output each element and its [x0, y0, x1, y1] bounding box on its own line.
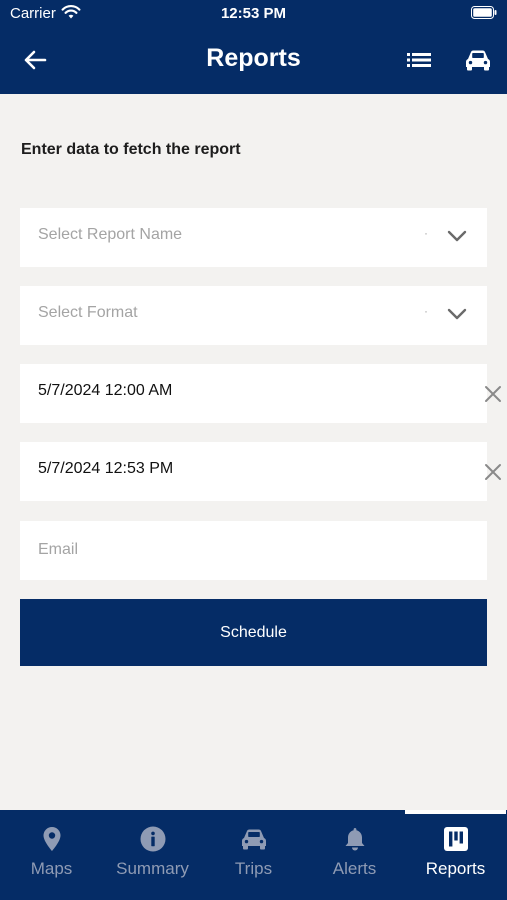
map-pin-icon — [43, 827, 60, 851]
status-bar: Carrier 12:53 PM — [0, 0, 507, 28]
tab-maps[interactable]: Maps — [1, 810, 102, 900]
reports-icon — [443, 827, 468, 851]
end-datetime-value: 5/7/2024 12:53 PM — [38, 460, 174, 477]
status-time: 12:53 PM — [220, 5, 287, 22]
tab-alerts[interactable]: Alerts — [304, 810, 405, 900]
schedule-button[interactable]: Schedule — [20, 599, 487, 666]
tab-alerts-label: Alerts — [332, 859, 377, 878]
vehicle-button[interactable] — [460, 44, 496, 76]
nav-bar: Reports — [0, 30, 507, 90]
report-name-placeholder: Select Report Name — [38, 226, 183, 243]
car-icon — [466, 50, 490, 71]
list-icon — [407, 53, 431, 67]
tab-reports[interactable]: Reports — [405, 810, 506, 900]
clear-start-datetime-button[interactable] — [482, 383, 504, 405]
select-dot: · — [424, 304, 428, 318]
list-view-button[interactable] — [402, 46, 436, 74]
start-datetime-field[interactable]: 5/7/2024 12:00 AM — [20, 364, 487, 423]
battery-icon — [471, 6, 497, 19]
clear-end-datetime-button[interactable] — [482, 461, 504, 483]
tab-summary-label: Summary — [116, 859, 189, 878]
email-field[interactable]: Email — [20, 521, 487, 580]
email-placeholder: Email — [38, 541, 79, 558]
format-select[interactable]: Select Format · — [20, 286, 487, 345]
tab-maps-label: Maps — [30, 859, 73, 878]
tab-summary[interactable]: Summary — [102, 810, 203, 900]
chevron-down-icon — [447, 230, 467, 242]
car-icon — [241, 829, 266, 850]
select-dot: · — [424, 226, 428, 240]
tab-trips[interactable]: Trips — [203, 810, 304, 900]
chevron-down-icon — [447, 308, 467, 320]
format-placeholder: Select Format — [38, 304, 138, 321]
report-name-select[interactable]: Select Report Name · — [20, 208, 487, 267]
tab-bar: Maps Summary Trips Alerts Reports — [0, 810, 507, 900]
tab-reports-label: Reports — [425, 859, 486, 878]
end-datetime-field[interactable]: 5/7/2024 12:53 PM — [20, 442, 487, 501]
start-datetime-value: 5/7/2024 12:00 AM — [38, 382, 173, 399]
form-heading: Enter data to fetch the report — [21, 141, 241, 158]
info-icon — [140, 826, 165, 852]
bell-icon — [345, 828, 364, 851]
tab-trips-label: Trips — [234, 859, 273, 878]
top-bar: Carrier 12:53 PM Reports — [0, 0, 507, 94]
close-icon — [485, 464, 501, 480]
close-icon — [485, 386, 501, 402]
